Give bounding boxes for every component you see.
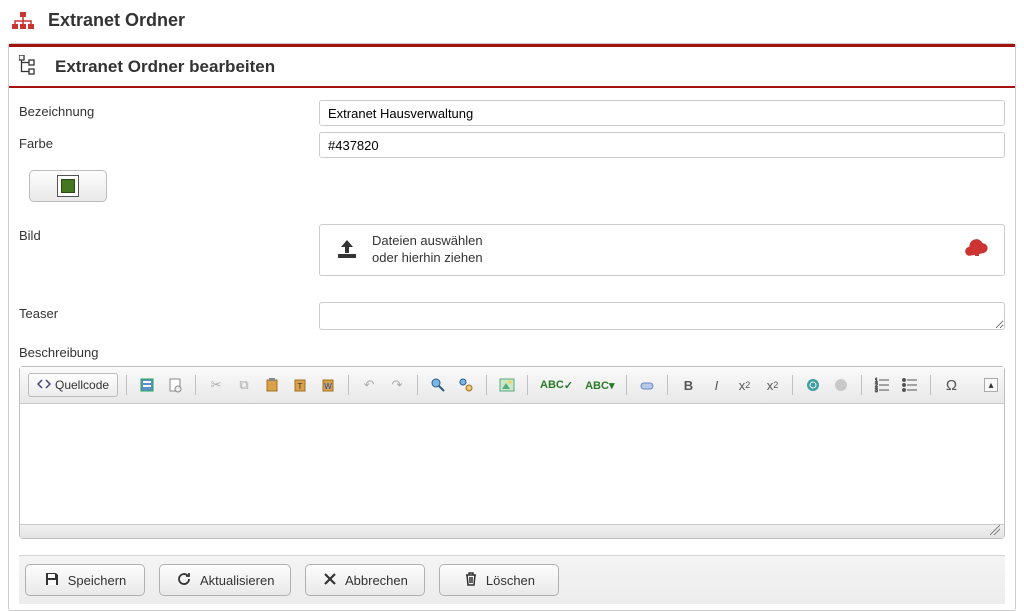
rte-numberedlist-icon[interactable]: 123 — [870, 373, 894, 397]
rte-link-icon[interactable] — [801, 373, 825, 397]
rte-cut-icon[interactable]: ✂ — [204, 373, 228, 397]
save-icon — [44, 571, 60, 590]
rte-removeformat-icon[interactable] — [635, 373, 659, 397]
edit-folder-section: Extranet Ordner bearbeiten Bezeichnung F… — [8, 43, 1016, 611]
svg-text:W: W — [324, 382, 332, 391]
rte-unlink-icon[interactable] — [829, 373, 853, 397]
page-header: Extranet Ordner — [0, 0, 1024, 43]
tree-icon — [19, 55, 41, 78]
rte-source-label: Quellcode — [55, 378, 109, 392]
section-title: Extranet Ordner bearbeiten — [55, 57, 275, 77]
upload-icon — [334, 238, 360, 263]
rte-copy-icon[interactable]: ⧉ — [232, 373, 256, 397]
row-color-button — [19, 164, 1005, 202]
rte-redo-icon[interactable]: ↷ — [385, 373, 409, 397]
row-teaser: Teaser — [19, 302, 1005, 333]
delete-label: Löschen — [486, 573, 535, 588]
rte-undo-icon[interactable]: ↶ — [357, 373, 381, 397]
rte-spellcheck-icon[interactable]: ABC✓ — [536, 373, 577, 397]
rte-paste-text-icon[interactable]: T — [288, 373, 312, 397]
row-farbe: Farbe — [19, 132, 1005, 158]
refresh-label: Aktualisieren — [200, 573, 274, 588]
code-icon — [37, 378, 51, 393]
teaser-input[interactable] — [319, 302, 1005, 330]
upload-text: Dateien auswählen oder hierhin ziehen — [372, 233, 483, 267]
cloud-upload-icon[interactable] — [964, 239, 990, 262]
rte-collapse-toolbar-icon[interactable]: ▴ — [984, 378, 998, 392]
row-bezeichnung: Bezeichnung — [19, 100, 1005, 126]
section-body: Bezeichnung Farbe Bild — [9, 88, 1015, 610]
rte-templates-icon[interactable] — [135, 373, 159, 397]
color-picker-button[interactable] — [29, 170, 107, 202]
footer-bar: Speichern Aktualisieren Abbrechen Lösche… — [19, 555, 1005, 604]
rte-newpage-icon[interactable] — [163, 373, 187, 397]
color-swatch-icon — [57, 175, 79, 197]
upload-line1: Dateien auswählen — [372, 233, 483, 250]
rte-source-button[interactable]: Quellcode — [28, 373, 118, 397]
label-bezeichnung: Bezeichnung — [19, 100, 319, 119]
rte-bulletlist-icon[interactable] — [898, 373, 922, 397]
rte-specialchar-icon[interactable]: Ω — [939, 373, 963, 397]
delete-button[interactable]: Löschen — [439, 564, 559, 596]
rte-find-icon[interactable] — [426, 373, 450, 397]
row-bild: Bild Dateien auswählen oder hierhin zieh… — [19, 224, 1005, 276]
rte-bold-icon[interactable]: B — [676, 373, 700, 397]
label-farbe: Farbe — [19, 132, 319, 151]
cancel-label: Abbrechen — [345, 573, 408, 588]
label-teaser: Teaser — [19, 302, 319, 321]
rte-toolbar: Quellcode ✂ ⧉ T W ↶ ↷ — [20, 367, 1004, 404]
rte-superscript-icon[interactable]: x2 — [760, 373, 784, 397]
rte-italic-icon[interactable]: I — [704, 373, 728, 397]
label-bild: Bild — [19, 224, 319, 243]
rte-resize-handle[interactable] — [20, 524, 1004, 538]
close-icon — [323, 572, 337, 589]
rte-image-icon[interactable] — [495, 373, 519, 397]
refresh-icon — [176, 571, 192, 590]
refresh-button[interactable]: Aktualisieren — [159, 564, 291, 596]
rte-paste-word-icon[interactable]: W — [316, 373, 340, 397]
section-header: Extranet Ordner bearbeiten — [9, 44, 1015, 88]
cancel-button[interactable]: Abbrechen — [305, 564, 425, 596]
sitemap-icon — [12, 12, 34, 30]
save-label: Speichern — [68, 573, 127, 588]
upload-dropzone[interactable]: Dateien auswählen oder hierhin ziehen — [319, 224, 1005, 276]
trash-icon — [464, 571, 478, 590]
rte-paste-icon[interactable] — [260, 373, 284, 397]
rte-subscript-icon[interactable]: x2 — [732, 373, 756, 397]
svg-text:3: 3 — [875, 388, 878, 393]
farbe-input[interactable] — [319, 132, 1005, 158]
rte-replace-icon[interactable] — [454, 373, 478, 397]
save-button[interactable]: Speichern — [25, 564, 145, 596]
upload-line2: oder hierhin ziehen — [372, 250, 483, 267]
svg-text:T: T — [298, 382, 303, 391]
rich-text-editor: Quellcode ✂ ⧉ T W ↶ ↷ — [19, 366, 1005, 539]
bezeichnung-input[interactable] — [319, 100, 1005, 126]
label-beschreibung: Beschreibung — [19, 345, 1005, 360]
rte-content-area[interactable] — [20, 404, 1004, 524]
rte-spellcheck-as-type-icon[interactable]: ABC▾ — [581, 373, 618, 397]
page-title: Extranet Ordner — [48, 10, 185, 31]
